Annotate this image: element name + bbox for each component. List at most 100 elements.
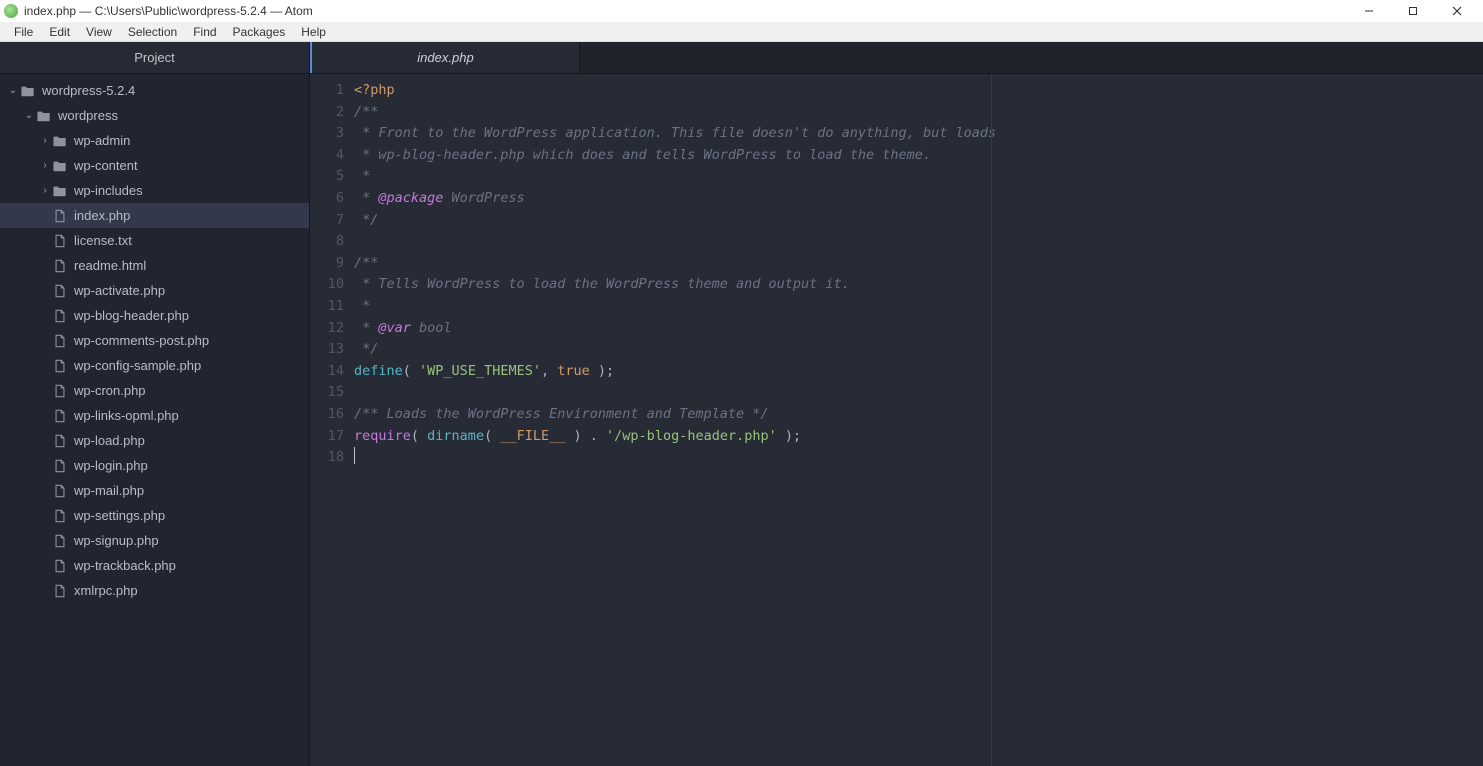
code-token: * — [354, 190, 378, 206]
maximize-button[interactable] — [1391, 0, 1435, 22]
tree-item-label: wp-signup.php — [74, 533, 159, 548]
code-token: WordPress — [443, 190, 524, 206]
tree-file-wp-mail-php[interactable]: wp-mail.php — [0, 478, 309, 503]
file-icon — [52, 409, 68, 423]
file-icon — [52, 559, 68, 573]
code-line[interactable]: * @var bool — [354, 318, 1483, 340]
code-token: . — [590, 428, 598, 444]
tree-item-label: wp-trackback.php — [74, 558, 176, 573]
code-token: @package — [378, 190, 443, 206]
code-token: * — [354, 320, 378, 336]
tree-folder-wp-content[interactable]: › wp-content — [0, 153, 309, 178]
line-number: 11 — [310, 296, 344, 318]
code-line[interactable]: /** — [354, 102, 1483, 124]
chevron-icon: › — [38, 135, 52, 146]
tree-file-wp-activate-php[interactable]: wp-activate.php — [0, 278, 309, 303]
code-token: @var — [378, 320, 411, 336]
tree-file-xmlrpc-php[interactable]: xmlrpc.php — [0, 578, 309, 603]
minimize-button[interactable] — [1347, 0, 1391, 22]
tree-file-license-txt[interactable]: license.txt — [0, 228, 309, 253]
file-icon — [52, 534, 68, 548]
tree-item-label: wp-comments-post.php — [74, 333, 209, 348]
line-number: 3 — [310, 123, 344, 145]
code-token: define — [354, 363, 403, 379]
editor-tab-index-php[interactable]: index.php — [310, 42, 580, 73]
folder-icon — [20, 84, 36, 98]
code-line[interactable] — [354, 382, 1483, 404]
project-panel-header: Project — [0, 42, 309, 74]
tree-file-wp-load-php[interactable]: wp-load.php — [0, 428, 309, 453]
tree-folder-wordpress-5-2-4[interactable]: ⌄ wordpress-5.2.4 — [0, 78, 309, 103]
code-line[interactable] — [354, 231, 1483, 253]
tree-folder-wp-admin[interactable]: ›wp-admin — [0, 128, 309, 153]
code-line[interactable]: * wp-blog-header.php which does and tell… — [354, 145, 1483, 167]
code-token: /** — [354, 255, 378, 271]
tree-file-readme-html[interactable]: readme.html — [0, 253, 309, 278]
tree-file-wp-login-php[interactable]: wp-login.php — [0, 453, 309, 478]
code-line[interactable]: */ — [354, 339, 1483, 361]
code-token: */ — [354, 341, 378, 357]
tree-item-label: index.php — [74, 208, 130, 223]
menu-selection[interactable]: Selection — [120, 24, 185, 40]
folder-icon — [36, 109, 52, 123]
tree-file-wp-links-opml-php[interactable]: wp-links-opml.php — [0, 403, 309, 428]
menu-packages[interactable]: Packages — [225, 24, 294, 40]
code-token: * Tells WordPress to load the WordPress … — [354, 276, 850, 292]
menu-find[interactable]: Find — [185, 24, 224, 40]
tree-file-index-php[interactable]: index.php — [0, 203, 309, 228]
tree-item-label: wp-mail.php — [74, 483, 144, 498]
code-line[interactable]: require( dirname( __FILE__ ) . '/wp-blog… — [354, 426, 1483, 448]
file-icon — [52, 334, 68, 348]
line-number: 2 — [310, 102, 344, 124]
code-line[interactable] — [354, 447, 1483, 469]
tree-file-wp-signup-php[interactable]: wp-signup.php — [0, 528, 309, 553]
code-line[interactable]: /** Loads the WordPress Environment and … — [354, 404, 1483, 426]
line-number: 17 — [310, 426, 344, 448]
tree-file-wp-trackback-php[interactable]: wp-trackback.php — [0, 553, 309, 578]
code-token: , — [541, 363, 557, 379]
close-button[interactable] — [1435, 0, 1479, 22]
code-line[interactable]: * — [354, 296, 1483, 318]
code-token: ); — [777, 428, 801, 444]
code-token: ); — [590, 363, 614, 379]
code-line[interactable]: <?php — [354, 80, 1483, 102]
tree-item-label: wp-content — [74, 158, 138, 173]
code-line[interactable]: define( 'WP_USE_THEMES', true ); — [354, 361, 1483, 383]
file-tree[interactable]: ⌄wordpress-5.2.4⌄wordpress›wp-admin›wp-c… — [0, 74, 309, 766]
file-icon — [52, 384, 68, 398]
code-area[interactable]: <?php /** * Front to the WordPress applic… — [354, 74, 1483, 766]
code-line[interactable]: * @package WordPress — [354, 188, 1483, 210]
tree-folder-wp-includes[interactable]: ›wp-includes — [0, 178, 309, 203]
file-icon — [52, 584, 68, 598]
tree-item-label: wp-cron.php — [74, 383, 146, 398]
code-line[interactable]: /** — [354, 253, 1483, 275]
code-line[interactable]: * Tells WordPress to load the WordPress … — [354, 274, 1483, 296]
tree-file-wp-cron-php[interactable]: wp-cron.php — [0, 378, 309, 403]
code-line[interactable]: */ — [354, 210, 1483, 232]
code-line[interactable]: * — [354, 166, 1483, 188]
menu-edit[interactable]: Edit — [41, 24, 78, 40]
line-number: 9 — [310, 253, 344, 275]
text-editor[interactable]: 123456789101112131415161718 <?php/** * F… — [310, 74, 1483, 766]
menu-view[interactable]: View — [78, 24, 120, 40]
tree-folder-wordpress[interactable]: ⌄wordpress — [0, 103, 309, 128]
tree-item-label: wp-settings.php — [74, 508, 165, 523]
window-title: index.php — C:\Users\Public\wordpress-5.… — [24, 4, 313, 18]
menu-file[interactable]: File — [6, 24, 41, 40]
tree-file-wp-blog-header-php[interactable]: wp-blog-header.php — [0, 303, 309, 328]
chevron-icon: ⌄ — [22, 110, 36, 121]
menubar: FileEditViewSelectionFindPackagesHelp — [0, 22, 1483, 42]
chevron-icon: › — [38, 185, 52, 196]
tree-item-label: wordpress-5.2.4 — [42, 83, 135, 98]
tree-file-wp-comments-post-php[interactable]: wp-comments-post.php — [0, 328, 309, 353]
code-line[interactable]: * Front to the WordPress application. Th… — [354, 123, 1483, 145]
menu-help[interactable]: Help — [293, 24, 334, 40]
line-number: 4 — [310, 145, 344, 167]
chevron-icon: › — [38, 160, 52, 171]
tree-file-wp-settings-php[interactable]: wp-settings.php — [0, 503, 309, 528]
chevron-icon: ⌄ — [6, 85, 20, 96]
line-number: 14 — [310, 361, 344, 383]
code-token: /** — [354, 104, 378, 120]
tree-file-wp-config-sample-php[interactable]: wp-config-sample.php — [0, 353, 309, 378]
code-token: * wp-blog-header.php which does and tell… — [354, 147, 931, 163]
